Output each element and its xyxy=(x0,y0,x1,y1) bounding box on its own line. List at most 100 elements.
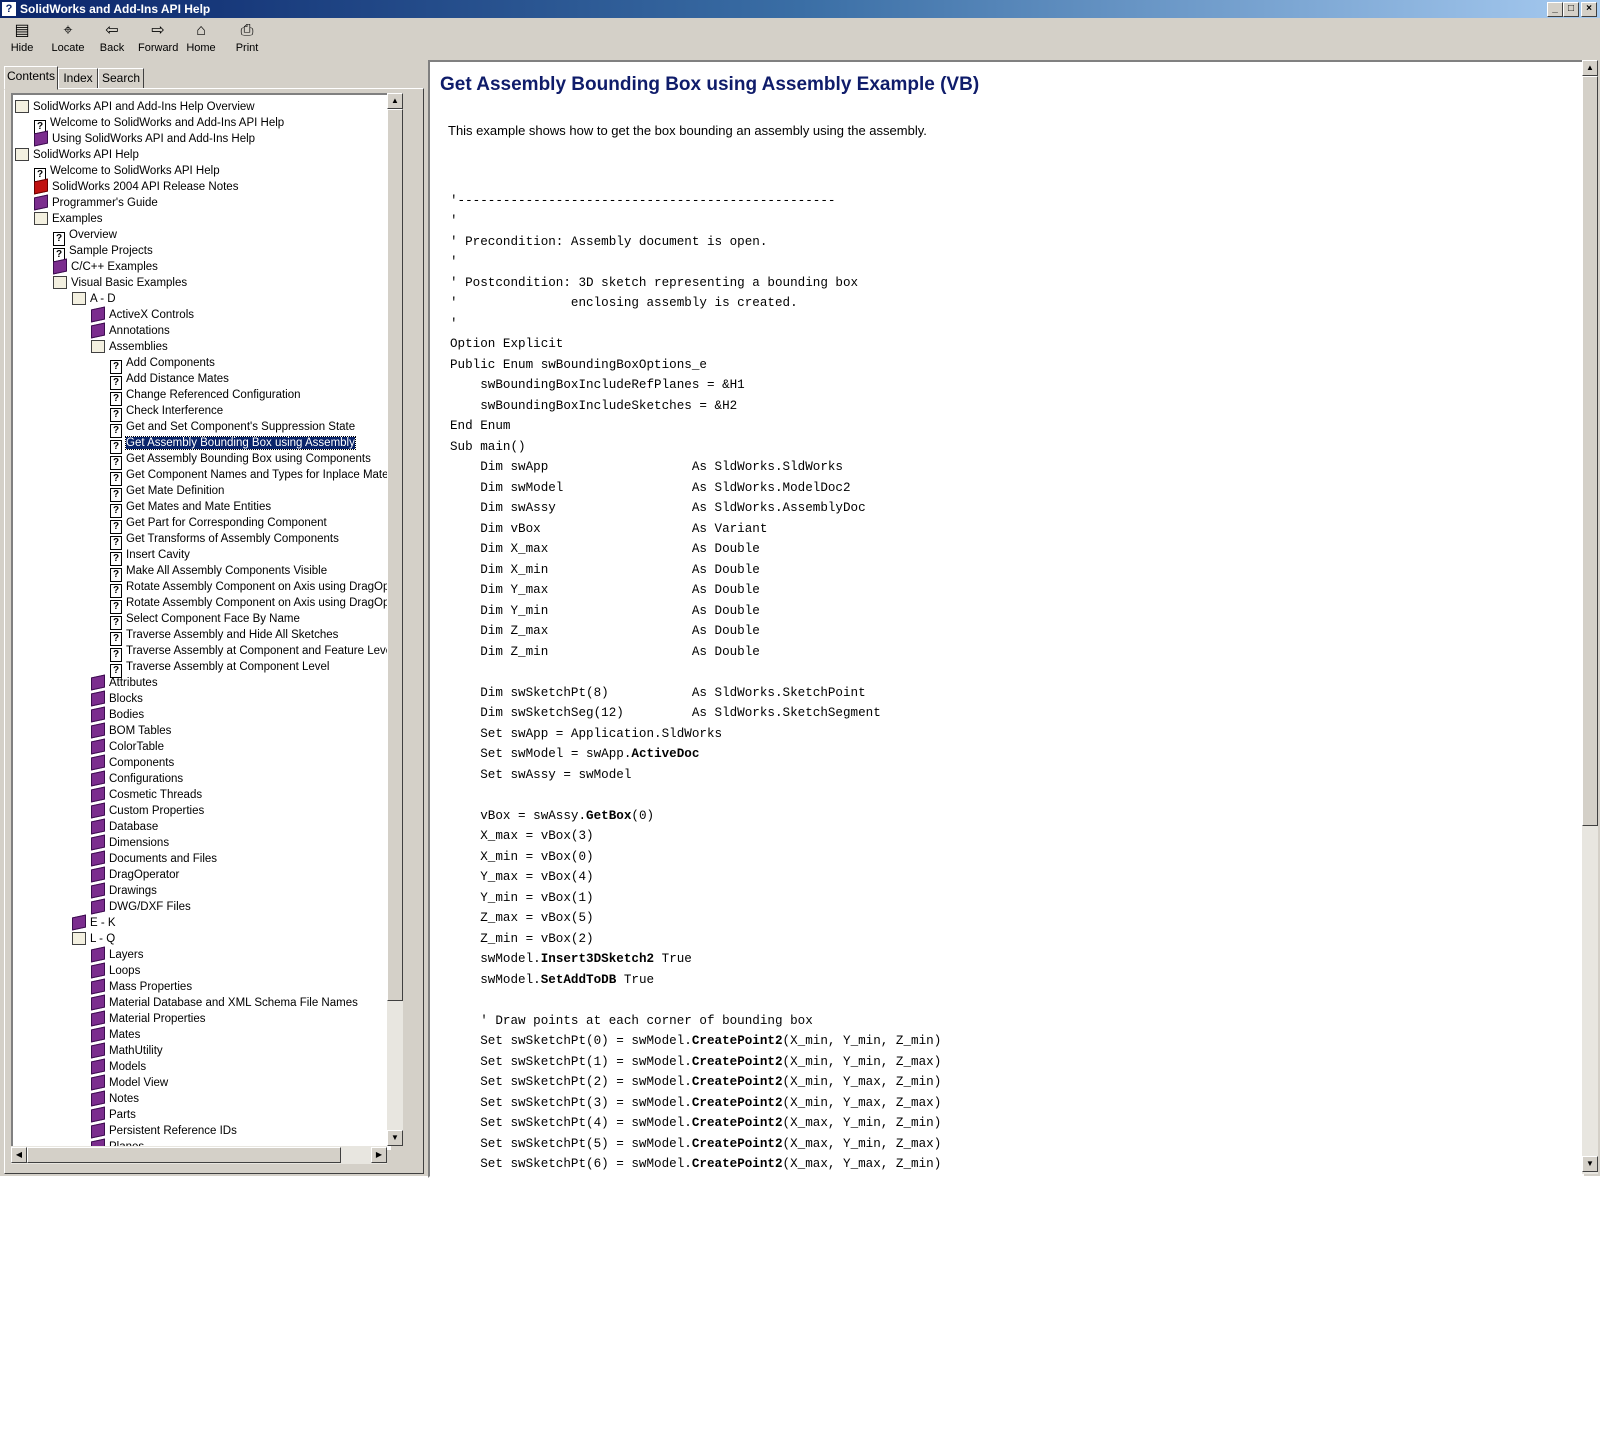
tree-item[interactable]: Attributes xyxy=(91,674,158,691)
tree-item[interactable]: ? Rotate Assembly Component on Axis using… xyxy=(110,579,389,598)
tree-vertical-scrollbar[interactable]: ▲ ▼ xyxy=(387,93,403,1146)
tree-item[interactable]: ? Traverse Assembly at Component Level xyxy=(110,659,329,678)
code-text: ' Draw points at each corner of bounding… xyxy=(450,1013,813,1028)
tree-item[interactable]: ? Get Component Names and Types for Inpla… xyxy=(110,467,389,486)
horizontal-scroll-thumb[interactable] xyxy=(27,1147,341,1163)
tree-item[interactable]: Visual Basic Examples xyxy=(53,275,187,291)
tree-item[interactable]: ? Get Mate Definition xyxy=(110,483,224,502)
tree-item[interactable]: ColorTable xyxy=(91,738,164,755)
tree-item-label: Using SolidWorks API and Add-Ins Help xyxy=(52,133,256,145)
home-button[interactable]: ⌂ Home xyxy=(184,21,218,59)
tree-item[interactable]: C/C++ Examples xyxy=(53,258,158,275)
back-button[interactable]: ⇦ Back xyxy=(96,21,128,59)
tree-item[interactable]: Programmer's Guide xyxy=(34,194,158,211)
tree-item[interactable]: ? Check Interference xyxy=(110,403,223,422)
tree-item-label: Attributes xyxy=(109,677,158,689)
tree-item[interactable]: Mass Properties xyxy=(91,978,192,995)
tree-item[interactable]: Custom Properties xyxy=(91,802,204,819)
scroll-down-button[interactable]: ▼ xyxy=(1582,1156,1598,1172)
maximize-button[interactable]: □ xyxy=(1563,2,1579,17)
tree-item[interactable]: ? Sample Projects xyxy=(53,243,153,262)
scroll-up-button[interactable]: ▲ xyxy=(387,93,403,109)
tree-item[interactable]: Documents and Files xyxy=(91,850,217,867)
open-book-icon xyxy=(91,340,105,353)
tree-item[interactable]: ? Get and Set Component's Suppression Sta… xyxy=(110,419,355,438)
tree-item[interactable]: ? Traverse Assembly and Hide All Sketches xyxy=(110,627,338,646)
scroll-thumb[interactable] xyxy=(387,109,403,1001)
tree-item-label: Add Distance Mates xyxy=(126,373,229,385)
tree-item[interactable]: Material Database and XML Schema File Na… xyxy=(91,994,358,1011)
tree-item[interactable]: BOM Tables xyxy=(91,722,171,739)
tree-item[interactable]: DragOperator xyxy=(91,866,179,883)
minimize-button[interactable]: _ xyxy=(1547,2,1563,17)
tab-contents[interactable]: Contents xyxy=(4,66,58,90)
forward-button[interactable]: ⇨ Forward xyxy=(138,21,178,59)
tree-item[interactable]: Using SolidWorks API and Add-Ins Help xyxy=(34,130,256,147)
tree-item[interactable]: Blocks xyxy=(91,690,143,707)
tree-item[interactable]: Layers xyxy=(91,946,144,963)
tree-item[interactable]: ? Make All Assembly Components Visible xyxy=(110,563,327,582)
tree-item[interactable]: Model View xyxy=(91,1074,168,1091)
tree-item[interactable]: ? Insert Cavity xyxy=(110,547,190,566)
topic-vertical-scrollbar[interactable]: ▲ ▼ xyxy=(1582,60,1598,1174)
tree-item-label: Overview xyxy=(69,229,117,241)
tree-item[interactable]: ? Change Referenced Configuration xyxy=(110,387,301,406)
tree-item[interactable]: Persistent Reference IDs xyxy=(91,1122,237,1139)
tree-item[interactable]: ? Get Part for Corresponding Component xyxy=(110,515,327,534)
tree-item[interactable]: SolidWorks 2004 API Release Notes xyxy=(34,178,238,195)
tree-item[interactable]: Assemblies xyxy=(91,339,168,355)
locate-button[interactable]: ⌖ Locate xyxy=(48,21,88,59)
print-button[interactable]: ⎙ Print xyxy=(230,21,264,59)
tree-item[interactable]: Notes xyxy=(91,1090,139,1107)
tree-item[interactable]: L - Q xyxy=(72,931,115,947)
tree-item[interactable]: Loops xyxy=(91,962,140,979)
tree-item[interactable]: ? Overview xyxy=(53,227,117,246)
tree-item[interactable]: Configurations xyxy=(91,770,183,787)
tree-item[interactable]: Models xyxy=(91,1058,146,1075)
tree-item[interactable]: Examples xyxy=(34,211,103,227)
tree-item[interactable]: ? Select Component Face By Name xyxy=(110,611,300,630)
tree-item[interactable]: ? Welcome to SolidWorks API Help xyxy=(34,163,220,182)
scroll-left-button[interactable]: ◀ xyxy=(11,1147,27,1163)
tree-item[interactable]: Bodies xyxy=(91,706,144,723)
title-bar[interactable]: ? SolidWorks and Add-Ins API Help _ □ × xyxy=(0,0,1600,18)
tree-item[interactable]: Parts xyxy=(91,1106,136,1123)
tree-item[interactable]: ? Rotate Assembly Component on Axis using… xyxy=(110,595,389,614)
tree-item[interactable]: Drawings xyxy=(91,882,157,899)
tree-item[interactable]: Cosmetic Threads xyxy=(91,786,202,803)
tree-item[interactable]: Dimensions xyxy=(91,834,169,851)
tree-item[interactable]: ? Add Distance Mates xyxy=(110,371,229,390)
tree-item[interactable]: SolidWorks API and Add-Ins Help Overview xyxy=(15,99,255,115)
hide-button[interactable]: ▤ Hide xyxy=(4,21,40,59)
tree-item[interactable]: Annotations xyxy=(91,322,170,339)
tab-index[interactable]: Index xyxy=(58,68,98,89)
tree-item-label: Database xyxy=(109,821,159,833)
book-icon xyxy=(34,130,48,147)
scroll-down-button[interactable]: ▼ xyxy=(387,1130,403,1146)
tab-search[interactable]: Search xyxy=(98,68,144,89)
tree-item[interactable]: ? Get Mates and Mate Entities xyxy=(110,499,271,518)
tree-item[interactable]: ? Get Transforms of Assembly Components xyxy=(110,531,339,550)
tree-item[interactable]: ? Get Assembly Bounding Box using Assembl… xyxy=(110,435,356,454)
tree-item[interactable]: ActiveX Controls xyxy=(91,306,194,323)
tree-item[interactable]: Components xyxy=(91,754,174,771)
tree-item[interactable]: A - D xyxy=(72,291,116,307)
tree-item[interactable]: ? Welcome to SolidWorks and Add-Ins API H… xyxy=(34,115,284,134)
scroll-right-button[interactable]: ▶ xyxy=(371,1147,387,1163)
tree-item[interactable]: Material Properties xyxy=(91,1010,206,1027)
tree-item[interactable]: E - K xyxy=(72,914,116,931)
scroll-up-button[interactable]: ▲ xyxy=(1582,60,1598,76)
close-button[interactable]: × xyxy=(1581,2,1597,17)
tree-item[interactable]: ? Get Assembly Bounding Box using Compone… xyxy=(110,451,371,470)
tree-item[interactable]: ? Add Components xyxy=(110,355,215,374)
scroll-thumb[interactable] xyxy=(1582,76,1598,826)
tree-item[interactable]: ? Traverse Assembly at Component and Feat… xyxy=(110,643,389,662)
contents-tree[interactable]: SolidWorks API and Add-Ins Help Overview… xyxy=(11,93,391,1150)
tree-item[interactable]: SolidWorks API Help xyxy=(15,147,139,163)
tree-item[interactable]: MathUtility xyxy=(91,1042,163,1059)
tree-item[interactable]: Mates xyxy=(91,1026,140,1043)
tree-item[interactable]: Database xyxy=(91,818,159,835)
page-title: Get Assembly Bounding Box using Assembly… xyxy=(440,74,980,95)
tree-item[interactable]: DWG/DXF Files xyxy=(91,898,191,915)
tree-horizontal-scrollbar[interactable]: ◀ ▶ xyxy=(11,1146,387,1164)
